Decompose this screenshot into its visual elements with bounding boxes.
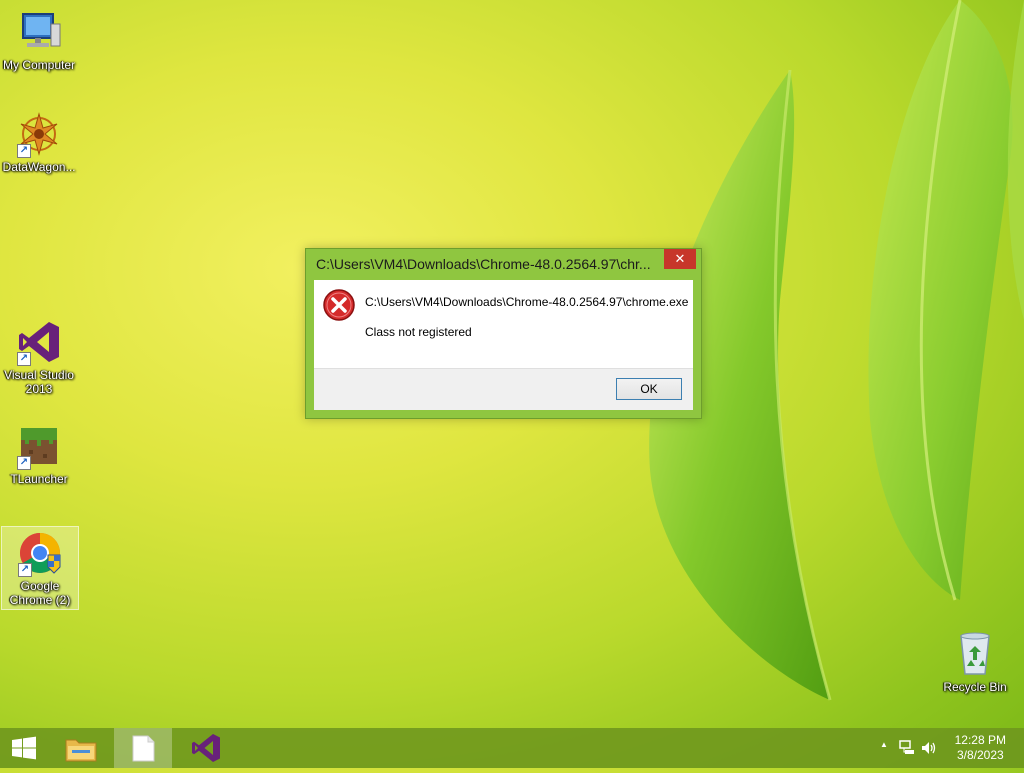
desktop-icon-google-chrome[interactable]: ↗ Google Chrome (2)	[1, 526, 79, 610]
taskbar-blank-document[interactable]	[114, 728, 172, 768]
clock-time: 12:28 PM	[954, 733, 1006, 747]
system-tray: ▲ 12:28 PM 3/8/2023	[864, 728, 1024, 768]
start-button[interactable]	[0, 728, 48, 768]
dialog-footer: OK	[314, 368, 693, 410]
tlauncher-grass-block-icon: ↗	[15, 422, 63, 470]
taskbar-file-explorer[interactable]	[56, 728, 106, 768]
desktop-icon-label: Recycle Bin	[943, 680, 1007, 694]
computer-icon	[15, 8, 63, 56]
dialog-path-text: C:\Users\VM4\Downloads\Chrome-48.0.2564.…	[365, 295, 689, 309]
desktop-icon-recycle-bin[interactable]: Recycle Bin	[937, 630, 1013, 694]
desktop-icon-label: Google Chrome (2)	[9, 579, 71, 607]
speaker-volume-icon[interactable]	[920, 739, 938, 757]
datawagon-icon: ↗	[15, 110, 63, 158]
dialog-title: C:\Users\VM4\Downloads\Chrome-48.0.2564.…	[316, 256, 651, 272]
taskbar-clock[interactable]: 12:28 PM 3/8/2023	[955, 733, 1006, 763]
shortcut-arrow-icon: ↗	[17, 144, 31, 158]
tray-overflow-chevron-icon[interactable]: ▲	[880, 740, 888, 749]
windows-logo-icon	[12, 736, 36, 760]
visual-studio-icon: ↗	[15, 318, 63, 366]
recycle-bin-icon	[951, 630, 999, 678]
desktop-icon-tlauncher[interactable]: ↗ TLauncher	[1, 422, 77, 486]
document-icon	[132, 735, 155, 762]
dialog-titlebar[interactable]: C:\Users\VM4\Downloads\Chrome-48.0.2564.…	[306, 249, 701, 279]
error-icon	[322, 288, 356, 322]
desktop-icon-datawagon[interactable]: ↗ DataWagon...	[1, 110, 77, 174]
dialog-body: C:\Users\VM4\Downloads\Chrome-48.0.2564.…	[314, 280, 693, 410]
desktop-icon-my-computer[interactable]: My Computer	[1, 8, 77, 72]
desktop-icon-label: My Computer	[2, 58, 76, 72]
taskbar-visual-studio[interactable]	[180, 728, 230, 768]
shortcut-arrow-icon: ↗	[18, 563, 32, 577]
desktop-icon-label: DataWagon...	[2, 160, 76, 174]
dialog-close-button[interactable]: ✕	[664, 249, 696, 269]
desktop-icon-label: TLauncher	[10, 472, 68, 486]
dialog-message-text: Class not registered	[365, 325, 472, 339]
network-icon[interactable]	[898, 739, 916, 757]
taskbar: ▲ 12:28 PM 3/8/2023	[0, 728, 1024, 768]
error-dialog: C:\Users\VM4\Downloads\Chrome-48.0.2564.…	[305, 248, 702, 419]
shortcut-arrow-icon: ↗	[17, 456, 31, 470]
clock-date: 3/8/2023	[956, 748, 1004, 762]
desktop-icon-visual-studio[interactable]: ↗ Visual Studio 2013	[1, 318, 77, 396]
ok-button[interactable]: OK	[616, 378, 682, 400]
chrome-icon: ↗	[16, 529, 64, 577]
shortcut-arrow-icon: ↗	[17, 352, 31, 366]
folder-icon	[65, 739, 97, 762]
desktop-icon-label: Visual Studio 2013	[4, 368, 74, 396]
visual-studio-icon	[192, 734, 220, 762]
